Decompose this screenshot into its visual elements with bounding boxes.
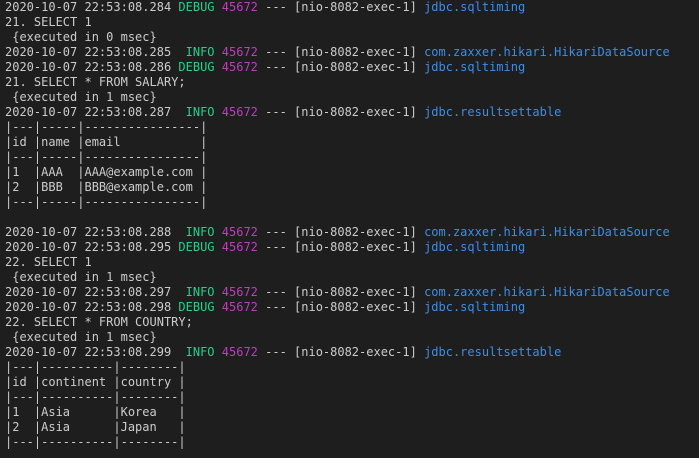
line-text: 22. SELECT * FROM COUNTRY; xyxy=(5,315,193,329)
line-text: |---|-----|----------------| xyxy=(5,150,208,164)
result-table-row: |2 |BBB |BBB@example.com | xyxy=(5,180,699,195)
log-line: 2020-10-07 22:53:08.298 DEBUG 45672 --- … xyxy=(5,300,699,315)
result-table-row: |---|-----|----------------| xyxy=(5,195,699,210)
log-timestamp: 2020-10-07 22:53:08.298 xyxy=(5,300,172,314)
line-text: |---|-----|----------------| xyxy=(5,195,208,209)
log-text-line: 22. SELECT 1 xyxy=(5,255,699,270)
result-table-row: |id |continent |country | xyxy=(5,375,699,390)
log-thread: --- [nio-8082-exec-1] xyxy=(257,285,425,299)
log-text-line xyxy=(5,210,699,225)
log-logger: jdbc.sqltiming xyxy=(424,240,526,254)
log-text-line: 21. SELECT * FROM SALARY; xyxy=(5,75,699,90)
result-table-row: |---|----------|--------| xyxy=(5,390,699,405)
log-level: DEBUG xyxy=(178,300,215,314)
line-text: 21. SELECT * FROM SALARY; xyxy=(5,75,186,89)
line-text: |1 |AAA |AAA@example.com | xyxy=(5,165,208,179)
log-logger: jdbc.resultsettable xyxy=(424,105,562,119)
log-logger: jdbc.sqltiming xyxy=(424,300,526,314)
line-text: {executed in 0 msec} xyxy=(5,30,157,44)
log-pid: 45672 xyxy=(221,105,258,119)
line-text: |id |name |email | xyxy=(5,135,208,149)
log-level: INFO xyxy=(178,285,215,299)
log-thread: --- [nio-8082-exec-1] xyxy=(257,60,425,74)
line-text: |---|-----|----------------| xyxy=(5,120,208,134)
log-line: 2020-10-07 22:53:08.288 INFO 45672 --- [… xyxy=(5,225,699,240)
log-pid: 45672 xyxy=(221,225,258,239)
log-timestamp: 2020-10-07 22:53:08.286 xyxy=(5,60,172,74)
log-level: INFO xyxy=(178,345,215,359)
log-thread: --- [nio-8082-exec-1] xyxy=(257,0,425,14)
log-pid: 45672 xyxy=(221,45,258,59)
log-level: INFO xyxy=(178,45,215,59)
log-logger: jdbc.sqltiming xyxy=(424,0,526,14)
log-timestamp: 2020-10-07 22:53:08.295 xyxy=(5,240,172,254)
line-text: |---|----------|--------| xyxy=(5,390,186,404)
line-text: |1 |Asia |Korea | xyxy=(5,405,186,419)
log-level: DEBUG xyxy=(178,0,215,14)
log-line: 2020-10-07 22:53:08.299 INFO 45672 --- [… xyxy=(5,345,699,360)
log-line: 2020-10-07 22:53:08.287 INFO 45672 --- [… xyxy=(5,105,699,120)
line-text: |id |continent |country | xyxy=(5,375,186,389)
line-text: |---|----------|--------| xyxy=(5,435,186,449)
log-pid: 45672 xyxy=(221,285,258,299)
result-table-row: |---|-----|----------------| xyxy=(5,150,699,165)
log-thread: --- [nio-8082-exec-1] xyxy=(257,45,425,59)
log-thread: --- [nio-8082-exec-1] xyxy=(257,225,425,239)
log-text-line: {executed in 1 msec} xyxy=(5,270,699,285)
log-pid: 45672 xyxy=(221,0,258,14)
result-table-row: |id |name |email | xyxy=(5,135,699,150)
log-timestamp: 2020-10-07 22:53:08.284 xyxy=(5,0,172,14)
log-timestamp: 2020-10-07 22:53:08.297 xyxy=(5,285,172,299)
result-table-row: |2 |Asia |Japan | xyxy=(5,420,699,435)
log-text-line: {executed in 1 msec} xyxy=(5,90,699,105)
log-pid: 45672 xyxy=(221,300,258,314)
result-table-row: |---|-----|----------------| xyxy=(5,120,699,135)
log-logger: jdbc.sqltiming xyxy=(424,60,526,74)
log-pid: 45672 xyxy=(221,60,258,74)
log-timestamp: 2020-10-07 22:53:08.287 xyxy=(5,105,172,119)
log-line: 2020-10-07 22:53:08.284 DEBUG 45672 --- … xyxy=(5,0,699,15)
log-text-line: 21. SELECT 1 xyxy=(5,15,699,30)
line-text: |2 |BBB |BBB@example.com | xyxy=(5,180,208,194)
log-line: 2020-10-07 22:53:08.295 DEBUG 45672 --- … xyxy=(5,240,699,255)
log-thread: --- [nio-8082-exec-1] xyxy=(257,240,425,254)
log-thread: --- [nio-8082-exec-1] xyxy=(257,345,425,359)
log-logger: com.zaxxer.hikari.HikariDataSource xyxy=(424,285,670,299)
result-table-row: |1 |AAA |AAA@example.com | xyxy=(5,165,699,180)
log-pid: 45672 xyxy=(221,240,258,254)
log-level: DEBUG xyxy=(178,240,215,254)
log-level: INFO xyxy=(178,225,215,239)
result-table-row: |1 |Asia |Korea | xyxy=(5,405,699,420)
log-timestamp: 2020-10-07 22:53:08.288 xyxy=(5,225,172,239)
result-table-row: |---|----------|--------| xyxy=(5,360,699,375)
log-pid: 45672 xyxy=(221,345,258,359)
log-timestamp: 2020-10-07 22:53:08.299 xyxy=(5,345,172,359)
log-line: 2020-10-07 22:53:08.285 INFO 45672 --- [… xyxy=(5,45,699,60)
log-level: DEBUG xyxy=(178,60,215,74)
line-text: {executed in 1 msec} xyxy=(5,90,157,104)
line-text: {executed in 1 msec} xyxy=(5,270,157,284)
log-line: 2020-10-07 22:53:08.297 INFO 45672 --- [… xyxy=(5,285,699,300)
log-text-line: {executed in 0 msec} xyxy=(5,30,699,45)
log-thread: --- [nio-8082-exec-1] xyxy=(257,105,425,119)
line-text: 21. SELECT 1 xyxy=(5,15,92,29)
terminal-output[interactable]: 2020-10-07 22:53:08.284 DEBUG 45672 --- … xyxy=(0,0,699,458)
line-text: |---|----------|--------| xyxy=(5,360,186,374)
log-logger: com.zaxxer.hikari.HikariDataSource xyxy=(424,225,670,239)
log-logger: jdbc.resultsettable xyxy=(424,345,562,359)
line-text: {executed in 1 msec} xyxy=(5,330,157,344)
log-timestamp: 2020-10-07 22:53:08.285 xyxy=(5,45,172,59)
log-line: 2020-10-07 22:53:08.286 DEBUG 45672 --- … xyxy=(5,60,699,75)
log-text-line: {executed in 1 msec} xyxy=(5,330,699,345)
result-table-row: |---|----------|--------| xyxy=(5,435,699,450)
line-text: |2 |Asia |Japan | xyxy=(5,420,186,434)
log-text-line: 22. SELECT * FROM COUNTRY; xyxy=(5,315,699,330)
log-logger: com.zaxxer.hikari.HikariDataSource xyxy=(424,45,670,59)
log-thread: --- [nio-8082-exec-1] xyxy=(257,300,425,314)
line-text: 22. SELECT 1 xyxy=(5,255,92,269)
log-level: INFO xyxy=(178,105,215,119)
